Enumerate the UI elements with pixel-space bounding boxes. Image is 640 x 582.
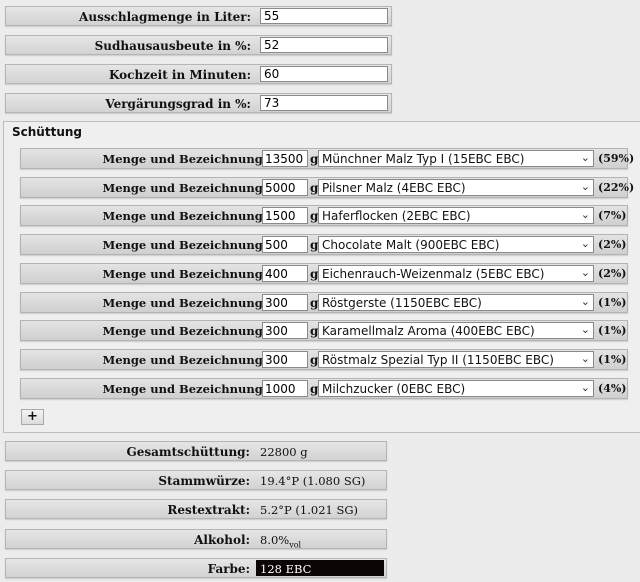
malt-select-value: Eichenrauch-Weizenmalz (5EBC EBC) [322,267,545,281]
param-label: Kochzeit in Minuten: [108,68,251,82]
malt-percent: (1%) [598,353,627,366]
chevron-down-icon: ⌄ [580,151,590,164]
malt-row: Menge und Bezeichnung: g Pilsner Malz (4… [20,177,634,198]
farbe-value: 128 EBC [260,562,312,576]
malt-select-value: Karamellmalz Aroma (400EBC EBC) [322,324,535,338]
malt-percent: (7%) [598,209,627,222]
vergaerungsgrad-input[interactable] [260,95,388,111]
add-malt-button[interactable]: + [21,409,44,425]
result-label: Gesamtschüttung: [126,445,250,459]
malt-row: Menge und Bezeichnung: g Röstgerste (115… [20,292,628,313]
chevron-down-icon: ⌄ [580,323,590,336]
malt-row: Menge und Bezeichnung: g Milchzucker (0E… [20,378,628,399]
malt-select-value: Pilsner Malz (4EBC EBC) [322,181,466,195]
malt-amount-input[interactable] [262,294,308,311]
malt-row-label: Menge und Bezeichnung: [102,238,267,252]
chevron-down-icon: ⌄ [580,381,590,394]
malt-row: Menge und Bezeichnung: g Haferflocken (2… [20,205,628,226]
plus-icon: + [27,409,38,424]
malt-amount-input[interactable] [262,322,308,339]
result-row-stammwuerze: Stammwürze: 19.4°P (1.080 SG) [5,470,387,490]
malt-row-label: Menge und Bezeichnung: [102,353,267,367]
malt-amount-input[interactable] [262,265,308,282]
malt-select[interactable]: Münchner Malz Typ I (15EBC EBC) ⌄ [318,150,594,167]
malt-select[interactable]: Röstgerste (1150EBC EBC) ⌄ [318,294,594,311]
result-label: Alkohol: [194,533,250,547]
malt-amount-input[interactable] [262,236,308,253]
malt-row-label: Menge und Bezeichnung: [102,296,267,310]
malt-select[interactable]: Haferflocken (2EBC EBC) ⌄ [318,207,594,224]
chevron-down-icon: ⌄ [580,208,590,221]
malt-select-value: Röstgerste (1150EBC EBC) [322,296,482,310]
malt-amount-input[interactable] [262,207,308,224]
kochzeit-input[interactable] [260,66,388,82]
malt-select[interactable]: Chocolate Malt (900EBC EBC) ⌄ [318,236,594,253]
malt-row-label: Menge und Bezeichnung: [102,152,267,166]
malt-row-label: Menge und Bezeichnung: [102,181,267,195]
chevron-down-icon: ⌄ [580,295,590,308]
stammwuerze-value: 19.4°P (1.080 SG) [260,474,366,488]
malt-row-label: Menge und Bezeichnung: [102,324,267,338]
chevron-down-icon: ⌄ [580,266,590,279]
result-label: Stammwürze: [158,474,250,488]
malt-amount-input[interactable] [262,380,308,397]
malt-percent: (22%) [598,181,635,194]
malt-select-value: Haferflocken (2EBC EBC) [322,209,471,223]
malt-select-value: Röstmalz Spezial Typ II (1150EBC EBC) [322,353,554,367]
malt-row: Menge und Bezeichnung: g Röstmalz Spezia… [20,349,628,370]
malt-percent: (1%) [598,296,627,309]
sudhausausbeute-input[interactable] [260,37,388,53]
malt-percent: (1%) [598,324,627,337]
malt-percent: (4%) [598,382,627,395]
ausschlagmenge-input[interactable] [260,8,388,24]
malt-select[interactable]: Röstmalz Spezial Typ II (1150EBC EBC) ⌄ [318,351,594,368]
param-row-kochzeit: Kochzeit in Minuten: [5,64,392,84]
schuettung-legend: Schüttung [12,125,82,139]
result-row-farbe: Farbe: 128 EBC [5,558,387,578]
chevron-down-icon: ⌄ [580,180,590,193]
malt-amount-input[interactable] [262,351,308,368]
malt-select[interactable]: Eichenrauch-Weizenmalz (5EBC EBC) ⌄ [318,265,594,282]
malt-row-label: Menge und Bezeichnung: [102,267,267,281]
chevron-down-icon: ⌄ [580,352,590,365]
malt-percent: (59%) [598,152,635,165]
farbe-swatch: 128 EBC [256,560,384,576]
chevron-down-icon: ⌄ [580,237,590,250]
malt-amount-input[interactable] [262,179,308,196]
result-label: Restextrakt: [167,503,250,517]
malt-row-label: Menge und Bezeichnung: [102,209,267,223]
malt-row: Menge und Bezeichnung: g Karamellmalz Ar… [20,320,628,341]
param-label: Sudhausausbeute in %: [94,39,251,53]
malt-row: Menge und Bezeichnung: g Chocolate Malt … [20,234,628,255]
param-label: Ausschlagmenge in Liter: [79,10,251,24]
malt-select[interactable]: Pilsner Malz (4EBC EBC) ⌄ [318,179,594,196]
result-row-restextrakt: Restextrakt: 5.2°P (1.021 SG) [5,499,387,519]
param-row-ausschlagmenge: Ausschlagmenge in Liter: [5,6,392,26]
malt-select-value: Münchner Malz Typ I (15EBC EBC) [322,152,525,166]
malt-percent: (2%) [598,238,627,251]
alkohol-unit: vol [289,540,302,550]
malt-row: Menge und Bezeichnung: g Münchner Malz T… [20,148,634,169]
malt-select[interactable]: Milchzucker (0EBC EBC) ⌄ [318,380,594,397]
malt-row-label: Menge und Bezeichnung: [102,382,267,396]
param-row-vergaerungsgrad: Vergärungsgrad in %: [5,93,392,113]
restextrakt-value: 5.2°P (1.021 SG) [260,503,359,517]
malt-percent: (2%) [598,267,627,280]
malt-select-value: Chocolate Malt (900EBC EBC) [322,238,500,252]
param-label: Vergärungsgrad in %: [105,97,251,111]
malt-select-value: Milchzucker (0EBC EBC) [322,382,466,396]
alkohol-value: 8.0%vol [260,533,301,549]
result-row-gesamtschuettung: Gesamtschüttung: 22800 g [5,441,387,461]
result-row-alkohol: Alkohol: 8.0%vol [5,529,387,549]
malt-amount-input[interactable] [262,150,308,167]
gesamtschuettung-value: 22800 g [260,445,308,459]
result-label: Farbe: [207,562,250,576]
malt-select[interactable]: Karamellmalz Aroma (400EBC EBC) ⌄ [318,322,594,339]
alkohol-number: 8.0% [260,533,290,547]
param-row-sudhausausbeute: Sudhausausbeute in %: [5,35,392,55]
malt-row: Menge und Bezeichnung: g Eichenrauch-Wei… [20,263,628,284]
